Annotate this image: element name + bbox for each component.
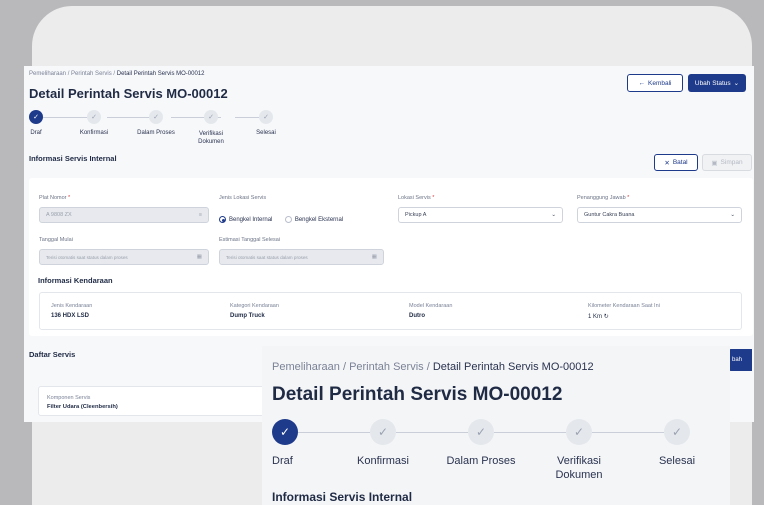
zoom-step-label-draf: Draf	[272, 455, 293, 467]
vehicle-category-value: Dump Truck	[230, 313, 265, 319]
vehicle-category-key: Kategori Kendaraan	[230, 303, 279, 309]
penanggung-jawab-label: Penanggung Jawab *	[577, 195, 630, 201]
zoom-step-connector	[592, 432, 664, 433]
save-button-label: Simpan	[720, 159, 743, 166]
step-label-dalam-proses: Dalam Proses	[137, 130, 175, 136]
change-status-label: Ubah Status	[694, 79, 731, 87]
refresh-icon[interactable]: ↻	[604, 314, 609, 320]
zoom-step-label-konfirmasi: Konfirmasi	[357, 455, 409, 467]
step-verifikasi-check-icon: ✓	[204, 110, 218, 124]
section-title-kendaraan: Informasi Kendaraan	[38, 276, 113, 285]
zoom-step-label-verifikasi: Verifikasi Dokumen	[555, 455, 603, 481]
section-title-internal: Informasi Servis Internal	[29, 154, 117, 163]
zoom-step-label-dalam-proses: Dalam Proses	[446, 455, 516, 467]
vehicle-type-key: Jenis Kendaraan	[51, 303, 93, 309]
zoom-breadcrumb-pemeliharaan[interactable]: Pemeliharaan	[272, 361, 340, 373]
tanggal-mulai-label: Tanggal Mulai	[39, 237, 73, 243]
radio-bengkel-internal[interactable]: Bengkel Internal	[219, 216, 272, 223]
zoom-step-konfirmasi-check-icon: ✓	[370, 419, 396, 445]
zoom-step-dalam-proses-check-icon: ✓	[468, 419, 494, 445]
step-connector	[43, 117, 93, 118]
breadcrumb: Pemeliharaan / Perintah Servis / Detail …	[29, 71, 205, 77]
back-button[interactable]: ← Kembali	[627, 74, 683, 92]
section-title-servis: Daftar Servis	[29, 350, 76, 359]
breadcrumb-item-pemeliharaan[interactable]: Pemeliharaan	[29, 71, 66, 77]
chevron-down-icon: ⌄	[551, 212, 556, 218]
save-icon: ▣	[711, 159, 718, 167]
cancel-button-label: Batal	[672, 159, 688, 166]
edit-button[interactable]: bah	[729, 349, 752, 371]
lokasi-servis-label: Lokasi Servis *	[398, 195, 435, 201]
status-stepper: ✓ ✓ ✓ ✓ ✓ Draf Konfirmasi Dalam Proses V…	[29, 110, 289, 150]
step-konfirmasi-check-icon: ✓	[87, 110, 101, 124]
zoomed-header-inset: Pemeliharaan / Perintah Servis / Detail …	[262, 346, 730, 505]
save-button[interactable]: ▣ Simpan	[702, 154, 752, 171]
calendar-icon: ▦	[371, 254, 377, 260]
lokasi-servis-value: Pickup A	[405, 212, 427, 218]
zoom-breadcrumb: Pemeliharaan / Perintah Servis / Detail …	[272, 361, 594, 373]
back-button-label: Kembali	[648, 79, 672, 87]
plat-nomor-value: A 9808 ZX	[46, 212, 72, 218]
step-dalam-proses-check-icon: ✓	[149, 110, 163, 124]
penanggung-jawab-select[interactable]: Guntur Cakra Buana ⌄	[577, 207, 742, 223]
vehicle-km-value: 1 Km ↻	[588, 314, 609, 320]
breadcrumb-item-current: Detail Perintah Servis MO-00012	[116, 71, 205, 77]
jenis-lokasi-label: Jenis Lokasi Servis	[219, 195, 267, 201]
step-selesai-check-icon: ✓	[259, 110, 273, 124]
step-draf-check-icon: ✓	[29, 110, 43, 124]
zoom-page-title: Detail Perintah Servis MO-00012	[272, 384, 563, 405]
step-label-selesai: Selesai	[256, 130, 276, 136]
form-card: Plat Nomor * A 9808 ZX ≡ Jenis Lokasi Se…	[29, 178, 753, 336]
zoom-step-verifikasi-check-icon: ✓	[566, 419, 592, 445]
vehicle-km-key: Kilometer Kendaraan Saat Ini	[588, 303, 660, 309]
vehicle-model-value: Dutro	[409, 313, 425, 319]
vehicle-type-value: 136 HDX LSD	[51, 313, 90, 319]
zoom-step-draf-check-icon: ✓	[272, 419, 298, 445]
plat-nomor-field[interactable]: A 9808 ZX ≡	[39, 207, 209, 223]
service-component-value: Filter Udara (Cleenbersih)	[47, 404, 118, 410]
tanggal-mulai-field[interactable]: Terisi otomatis saat status dalam proses…	[39, 249, 209, 265]
step-label-verifikasi: Verifikasi Dokumen	[198, 131, 224, 145]
zoom-step-label-selesai: Selesai	[658, 455, 696, 467]
penanggung-jawab-value: Guntur Cakra Buana	[584, 212, 635, 218]
estimasi-selesai-field[interactable]: Terisi otomatis saat status dalam proses…	[219, 249, 384, 265]
zoom-section-title-internal: Informasi Servis Internal	[272, 490, 413, 504]
lokasi-servis-select[interactable]: Pickup A ⌄	[398, 207, 563, 223]
cancel-button[interactable]: ✕ Batal	[654, 154, 698, 171]
estimasi-selesai-placeholder: Terisi otomatis saat status dalam proses	[226, 254, 308, 260]
estimasi-selesai-label: Estimasi Tanggal Selesai	[219, 237, 281, 243]
service-component-key: Komponen Servis	[47, 395, 91, 401]
page-title: Detail Perintah Servis MO-00012	[29, 86, 228, 101]
chevron-down-icon: ⌄	[730, 212, 735, 218]
calendar-icon: ▦	[196, 254, 202, 260]
radio-bengkel-eksternal[interactable]: Bengkel Eksternal	[284, 216, 343, 223]
step-label-draf: Draf	[30, 130, 42, 136]
jenis-lokasi-radio-group: Bengkel Internal Bengkel Eksternal	[219, 210, 351, 228]
breadcrumb-item-perintah-servis[interactable]: Perintah Servis	[71, 71, 112, 77]
zoom-step-connector	[298, 432, 370, 433]
change-status-button[interactable]: Ubah Status ⌄	[688, 74, 746, 92]
close-icon: ✕	[664, 159, 670, 167]
vehicle-model-key: Model Kendaraan	[409, 303, 453, 309]
step-label-konfirmasi: Konfirmasi	[79, 130, 109, 136]
vehicle-info-card: Jenis Kendaraan 136 HDX LSD Kategori Ken…	[39, 292, 742, 330]
zoom-step-connector	[396, 432, 468, 433]
tanggal-mulai-placeholder: Terisi otomatis saat status dalam proses	[46, 254, 128, 260]
chevron-down-icon: ⌄	[733, 80, 740, 87]
zoom-breadcrumb-current: Detail Perintah Servis MO-00012	[432, 361, 594, 373]
arrow-left-icon: ←	[638, 79, 646, 87]
zoom-step-connector	[494, 432, 566, 433]
plat-nomor-label: Plat Nomor *	[39, 195, 71, 201]
zoom-breadcrumb-perintah-servis[interactable]: Perintah Servis	[349, 361, 424, 373]
menu-icon: ≡	[198, 212, 202, 218]
zoom-step-selesai-check-icon: ✓	[664, 419, 690, 445]
